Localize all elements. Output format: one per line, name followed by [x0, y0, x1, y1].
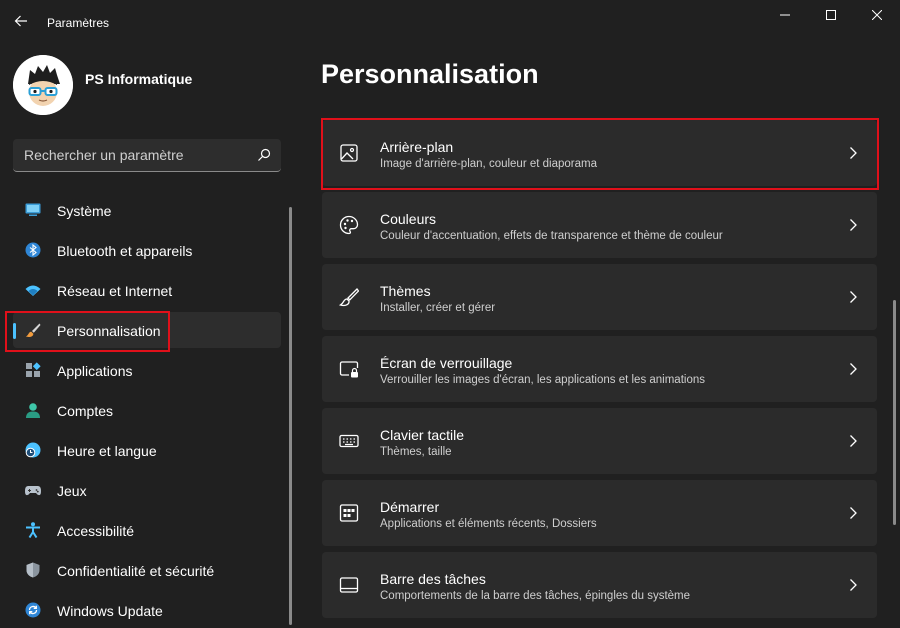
start-menu-icon	[339, 504, 359, 522]
brush-outline-icon	[339, 288, 359, 307]
card-title: Arrière-plan	[380, 139, 454, 155]
sidebar-item-applications[interactable]: Applications	[13, 352, 281, 388]
gamepad-icon	[25, 486, 41, 496]
sidebar-nav: Système Bluetooth et appareils Réseau et…	[13, 192, 281, 628]
arrow-left-icon	[14, 15, 27, 27]
active-indicator	[13, 323, 16, 339]
update-icon	[25, 602, 41, 618]
minimize-button[interactable]	[762, 0, 808, 30]
sidebar-item-personnalisation[interactable]: Personnalisation	[13, 312, 281, 348]
sidebar-item-bluetooth[interactable]: Bluetooth et appareils	[13, 232, 281, 268]
card-themes[interactable]: Thèmes Installer, créer et gérer	[322, 264, 877, 330]
sidebar-item-heure-langue[interactable]: Heure et langue	[13, 432, 281, 468]
avatar[interactable]	[13, 55, 73, 115]
back-button[interactable]	[8, 8, 34, 34]
sidebar-item-comptes[interactable]: Comptes	[13, 392, 281, 428]
minimize-icon	[780, 14, 790, 16]
chevron-right-icon	[850, 363, 857, 375]
settings-list: Arrière-plan Image d'arrière-plan, coule…	[322, 120, 877, 624]
card-subtitle: Verrouiller les images d'écran, les appl…	[380, 374, 705, 386]
user-profile[interactable]: PS Informatique	[13, 55, 293, 115]
sidebar-item-label: Windows Update	[57, 603, 163, 619]
maximize-button[interactable]	[808, 0, 854, 30]
sidebar-item-label: Applications	[57, 363, 133, 379]
sidebar-scrollbar[interactable]	[289, 207, 292, 625]
chevron-right-icon	[850, 435, 857, 447]
sidebar-item-confidentialite[interactable]: Confidentialité et sécurité	[13, 552, 281, 588]
accessibility-icon	[26, 522, 40, 538]
card-subtitle: Comportements de la barre des tâches, ép…	[380, 590, 691, 602]
search-icon[interactable]	[256, 147, 272, 163]
sidebar-item-label: Heure et langue	[57, 443, 157, 459]
palette-icon	[339, 215, 359, 235]
chevron-right-icon	[850, 507, 857, 519]
sidebar-item-windows-update[interactable]: Windows Update	[13, 592, 281, 628]
chevron-right-icon	[850, 219, 857, 231]
card-demarrer[interactable]: Démarrer Applications et éléments récent…	[322, 480, 877, 546]
lock-screen-icon	[339, 361, 359, 378]
sidebar-item-label: Personnalisation	[57, 323, 161, 339]
wifi-icon	[25, 285, 41, 296]
sidebar-item-accessibilite[interactable]: Accessibilité	[13, 512, 281, 548]
close-icon	[872, 10, 882, 20]
user-name: PS Informatique	[85, 71, 193, 87]
search-input[interactable]	[13, 139, 253, 171]
sidebar-item-label: Accessibilité	[57, 523, 135, 539]
chevron-right-icon	[850, 147, 857, 159]
card-title: Clavier tactile	[380, 427, 465, 443]
maximize-icon	[826, 10, 836, 20]
card-title: Barre des tâches	[380, 571, 486, 587]
chevron-right-icon	[850, 579, 857, 591]
search-box[interactable]	[13, 139, 281, 172]
account-icon	[26, 403, 40, 418]
window-title: Paramètres	[47, 16, 110, 30]
image-icon	[340, 144, 358, 162]
avatar-cartoon-icon	[13, 55, 73, 115]
card-subtitle: Thèmes, taille	[380, 446, 452, 458]
clock-globe-icon	[25, 442, 41, 458]
card-subtitle: Image d'arrière-plan, couleur et diapora…	[380, 158, 597, 170]
card-arriere-plan[interactable]: Arrière-plan Image d'arrière-plan, coule…	[322, 120, 877, 186]
sidebar-item-label: Jeux	[57, 483, 87, 499]
card-title: Couleurs	[380, 211, 437, 227]
taskbar-icon	[339, 577, 359, 593]
card-title: Démarrer	[380, 499, 440, 515]
sidebar-item-reseau[interactable]: Réseau et Internet	[13, 272, 281, 308]
sidebar-item-label: Comptes	[57, 403, 114, 419]
page-title: Personnalisation	[321, 59, 539, 89]
card-couleurs[interactable]: Couleurs Couleur d'accentuation, effets …	[322, 192, 877, 258]
card-title: Thèmes	[380, 283, 431, 299]
close-button[interactable]	[854, 0, 900, 30]
card-barre-taches[interactable]: Barre des tâches Comportements de la bar…	[322, 552, 877, 618]
apps-icon	[26, 362, 41, 377]
card-subtitle: Couleur d'accentuation, effets de transp…	[380, 230, 723, 242]
sidebar-item-label: Confidentialité et sécurité	[57, 563, 215, 579]
card-subtitle: Installer, créer et gérer	[380, 302, 496, 314]
card-clavier-tactile[interactable]: Clavier tactile Thèmes, taille	[322, 408, 877, 474]
card-ecran-verrouillage[interactable]: Écran de verrouillage Verrouiller les im…	[322, 336, 877, 402]
card-subtitle: Applications et éléments récents, Dossie…	[380, 518, 597, 530]
main-scrollbar[interactable]	[893, 300, 896, 525]
sidebar-item-jeux[interactable]: Jeux	[13, 472, 281, 508]
chevron-right-icon	[850, 291, 857, 303]
title-bar: Paramètres	[0, 0, 900, 44]
shield-icon	[26, 562, 40, 578]
sidebar-item-label: Réseau et Internet	[57, 283, 173, 299]
sidebar-item-label: Système	[57, 203, 112, 219]
card-title: Écran de verrouillage	[380, 355, 513, 371]
keyboard-icon	[339, 434, 359, 448]
bluetooth-icon	[25, 242, 41, 258]
brush-icon	[26, 323, 41, 337]
sidebar-item-systeme[interactable]: Système	[13, 192, 281, 228]
monitor-icon	[25, 203, 41, 216]
sidebar-item-label: Bluetooth et appareils	[57, 243, 193, 259]
